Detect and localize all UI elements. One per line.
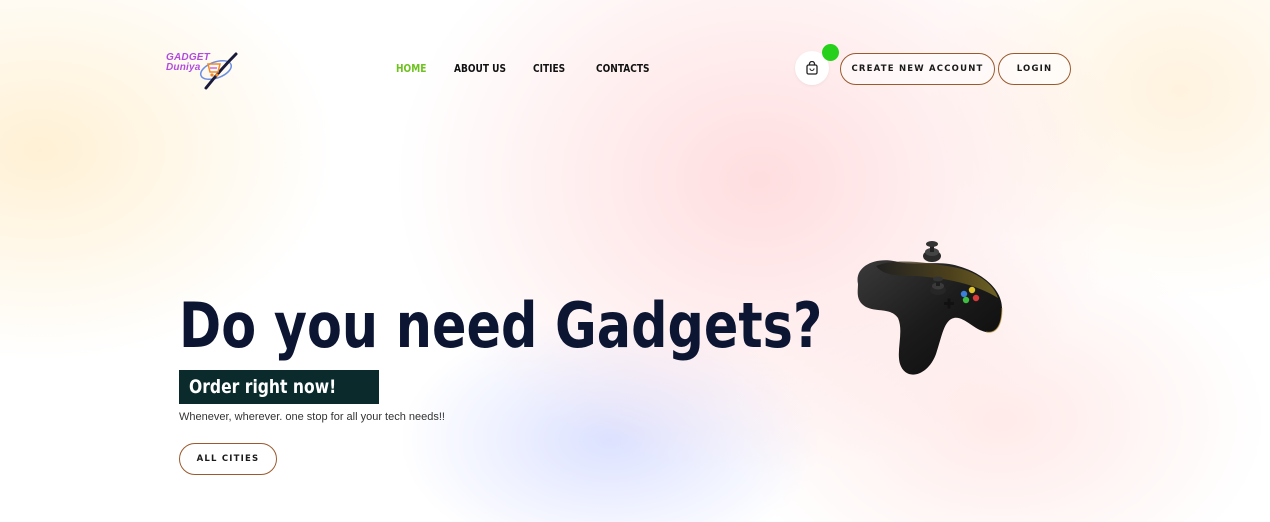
nav-cities[interactable]: CITIES	[533, 62, 585, 75]
hero-title: Do you need Gadgets?	[179, 289, 823, 362]
nav-contacts[interactable]: CONTACTS	[596, 62, 653, 75]
hero-tagline: Order right now!	[189, 376, 337, 398]
logo-swoosh-icon	[199, 52, 238, 90]
game-controller-icon	[857, 241, 1003, 375]
login-label: LOGIN	[1016, 64, 1053, 74]
all-cities-label: ALL CITIES	[196, 454, 260, 464]
page: GADGET Duniya HOME ABOUT US CITIES CONTA…	[0, 0, 1270, 522]
shopping-bag-icon	[806, 61, 818, 75]
cart-count-badge	[822, 44, 839, 61]
create-account-button[interactable]: CREATE NEW ACCOUNT	[840, 53, 995, 85]
all-cities-button[interactable]: ALL CITIES	[179, 443, 277, 475]
login-button[interactable]: LOGIN	[998, 53, 1071, 85]
nav-home[interactable]: HOME	[396, 62, 444, 75]
main-nav: HOME ABOUT US CITIES CONTACTS	[396, 62, 666, 75]
hero-subtitle: Whenever, wherever. one stop for all you…	[179, 411, 445, 423]
nav-about-us[interactable]: ABOUT US	[454, 62, 519, 75]
hero-tagline-badge: Order right now!	[179, 370, 379, 404]
create-account-label: CREATE NEW ACCOUNT	[851, 64, 984, 74]
site-logo[interactable]: GADGET Duniya	[164, 50, 244, 92]
